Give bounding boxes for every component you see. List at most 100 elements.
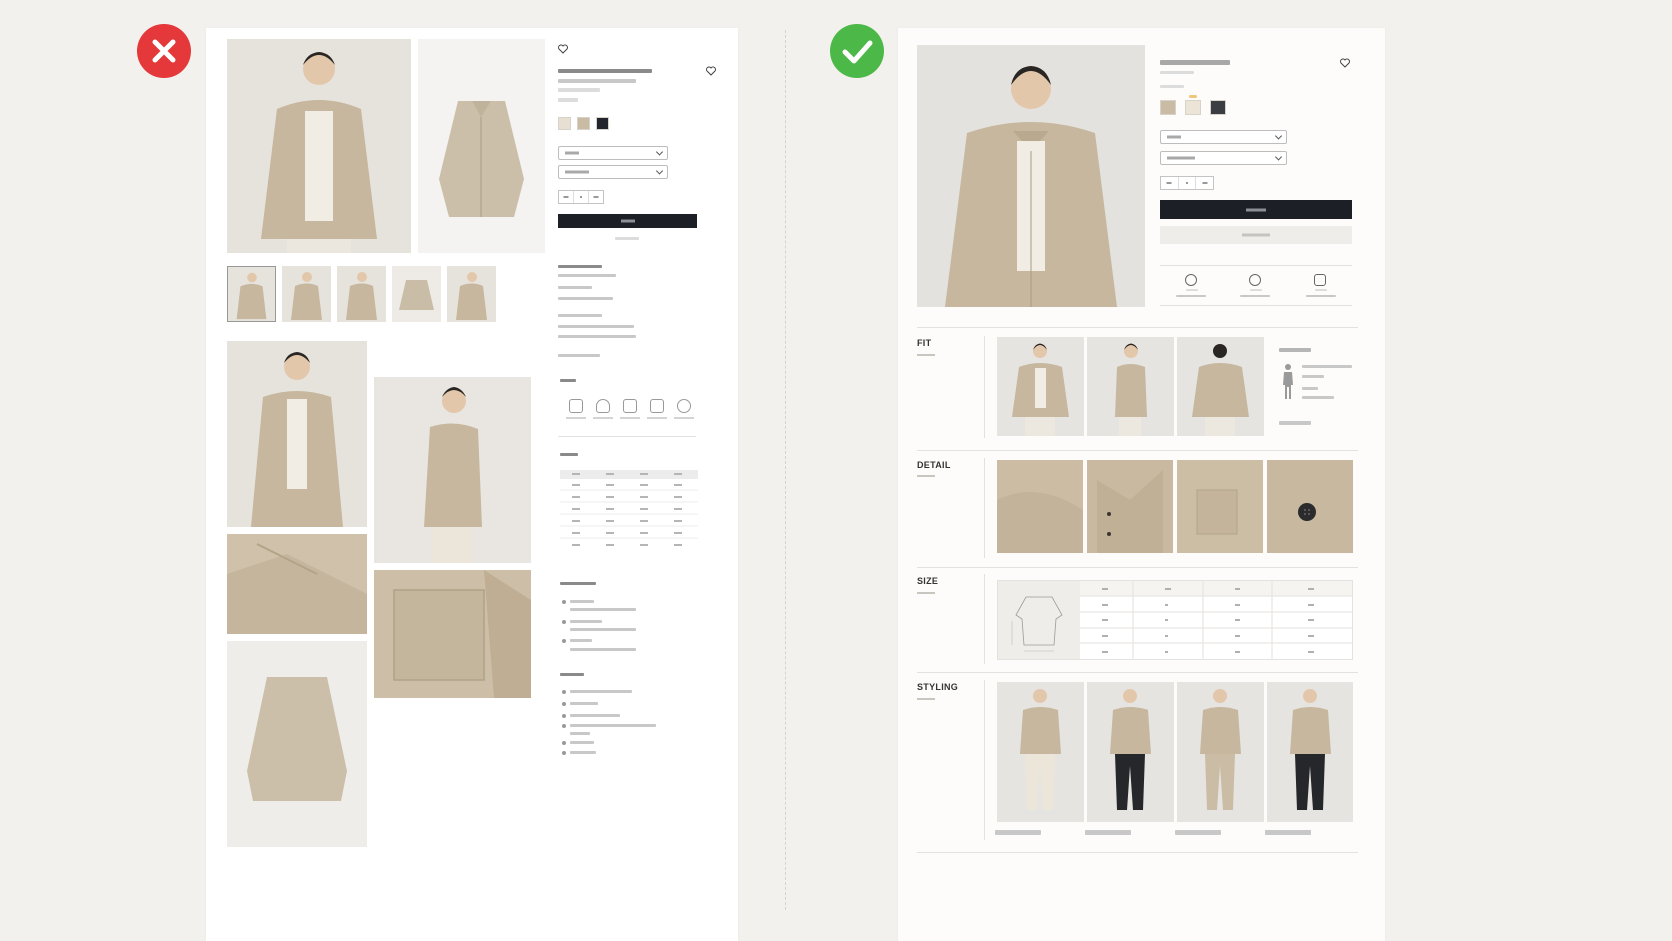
look-caption xyxy=(1265,830,1311,835)
feature-line xyxy=(570,600,594,603)
material-line xyxy=(570,724,656,727)
selected-indicator xyxy=(1189,95,1197,98)
divider xyxy=(1160,305,1352,306)
color-swatch-black[interactable] xyxy=(1210,100,1226,115)
desc-line xyxy=(558,325,634,328)
bullet xyxy=(562,690,566,694)
section-divider xyxy=(917,672,1358,673)
wishlist-heart-icon[interactable] xyxy=(1340,58,1350,68)
detail-fabric-photo[interactable] xyxy=(997,460,1083,553)
fit-photo-back[interactable] xyxy=(1177,337,1264,436)
color-swatch-beige[interactable] xyxy=(577,117,590,130)
color-swatch-light-beige[interactable] xyxy=(1185,100,1201,115)
feature-line xyxy=(570,628,636,631)
fit-photo-front[interactable] xyxy=(997,337,1084,436)
feature-heading-placeholder xyxy=(560,582,596,585)
quantity-value xyxy=(574,191,589,203)
styling-look-4[interactable] xyxy=(1267,682,1353,822)
size-chart xyxy=(997,580,1353,660)
thumbnail-2[interactable] xyxy=(282,266,331,322)
section-divider xyxy=(917,852,1358,853)
fit-photo-side[interactable] xyxy=(1087,337,1174,436)
gallery-collar-detail[interactable] xyxy=(227,534,367,634)
secondary-link-placeholder[interactable] xyxy=(615,237,639,240)
decrement-button[interactable] xyxy=(1161,177,1179,189)
section-underline xyxy=(917,592,935,594)
returns-icon xyxy=(1249,274,1261,286)
bullet xyxy=(562,702,566,706)
styling-look-3[interactable] xyxy=(1177,682,1264,822)
service-text xyxy=(1176,295,1206,297)
thumbnail-3[interactable] xyxy=(337,266,386,322)
size-select[interactable] xyxy=(558,146,668,160)
gallery-photo-side[interactable] xyxy=(374,377,531,563)
detail-collar-photo[interactable] xyxy=(1087,460,1173,553)
styling-look-2[interactable] xyxy=(1087,682,1174,822)
decrement-button[interactable] xyxy=(559,191,574,203)
material-line xyxy=(570,714,620,717)
service-text xyxy=(1306,295,1336,297)
color-swatch-beige[interactable] xyxy=(1160,100,1176,115)
product-flat-photo[interactable] xyxy=(418,39,545,253)
hero-photo[interactable] xyxy=(917,45,1145,307)
wishlist-heart-icon[interactable] xyxy=(706,66,716,76)
wash-icon xyxy=(569,399,583,413)
add-to-cart-button[interactable] xyxy=(558,214,697,228)
bullet xyxy=(562,600,566,604)
desc-line xyxy=(558,286,592,289)
material-line xyxy=(570,702,598,705)
detail-button-photo[interactable] xyxy=(1267,460,1353,553)
product-title-placeholder xyxy=(1160,60,1230,65)
thumbnail-4[interactable] xyxy=(392,266,441,322)
section-underline xyxy=(917,698,935,700)
fit-info-line xyxy=(1302,375,1324,378)
look-caption xyxy=(995,830,1041,835)
color-swatch-black[interactable] xyxy=(596,117,609,130)
styling-look-1[interactable] xyxy=(997,682,1084,822)
buy-now-button[interactable] xyxy=(1160,226,1352,244)
detail-pocket-photo[interactable] xyxy=(1177,460,1263,553)
service-text xyxy=(1240,295,1270,297)
quantity-stepper[interactable] xyxy=(1160,176,1214,190)
dry-clean-icon xyxy=(677,399,691,413)
product-main-photo[interactable] xyxy=(227,39,411,253)
section-divider xyxy=(917,327,1358,328)
increment-button[interactable] xyxy=(1196,177,1213,189)
garment-diagram xyxy=(998,581,1080,659)
gallery-back-flat[interactable] xyxy=(227,641,367,847)
heart-icon[interactable] xyxy=(558,44,568,54)
section-rule xyxy=(984,336,985,438)
size-chart-table xyxy=(560,470,698,550)
section-rule xyxy=(984,574,985,664)
desc-line xyxy=(558,354,600,357)
care-label xyxy=(566,417,586,419)
desc-heading-placeholder xyxy=(558,265,602,268)
size-select[interactable] xyxy=(1160,130,1287,144)
fit-section-label: FIT xyxy=(917,338,932,348)
cross-icon xyxy=(137,24,191,78)
bad-product-page xyxy=(206,28,738,941)
shipping-icon xyxy=(1185,274,1197,286)
fit-select[interactable] xyxy=(558,165,668,179)
fit-select[interactable] xyxy=(1160,151,1287,165)
thumbnail-5[interactable] xyxy=(447,266,496,322)
section-divider xyxy=(917,567,1358,568)
desc-line xyxy=(558,297,613,300)
gallery-photo-front[interactable] xyxy=(227,341,367,527)
increment-button[interactable] xyxy=(589,191,603,203)
price-placeholder xyxy=(558,98,578,102)
gallery-pocket-detail[interactable] xyxy=(374,570,531,698)
thumbnail-1[interactable] xyxy=(227,266,276,322)
section-underline xyxy=(917,354,935,356)
quantity-value xyxy=(1179,177,1197,189)
look-caption xyxy=(1175,830,1221,835)
chevron-down-icon xyxy=(655,148,664,156)
material-heading-placeholder xyxy=(560,673,584,676)
chevron-down-icon xyxy=(1274,153,1283,161)
care-label xyxy=(620,417,640,419)
quantity-stepper[interactable] xyxy=(558,190,604,204)
color-swatch-light-beige[interactable] xyxy=(558,117,571,130)
feature-line xyxy=(570,608,636,611)
add-to-cart-button[interactable] xyxy=(1160,200,1352,219)
service-label xyxy=(1315,289,1327,291)
